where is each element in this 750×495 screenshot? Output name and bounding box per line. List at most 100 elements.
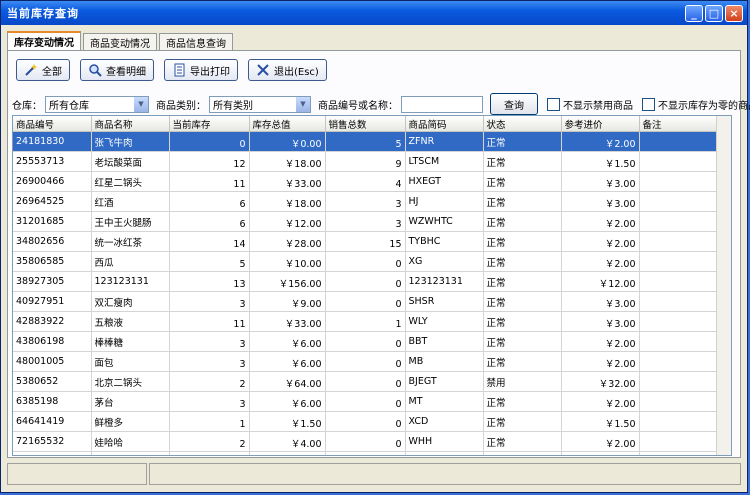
table-row[interactable]: 35806585 西瓜 5 ￥10.00 0 XG 正常 ￥2.00 (13, 251, 718, 272)
table-cell: 0 (325, 411, 406, 432)
hide-disabled-checkbox[interactable] (547, 97, 560, 111)
table-cell: 3 (169, 451, 250, 455)
table-cell (639, 431, 718, 452)
column-header[interactable]: 库存总值 (249, 116, 326, 132)
table-cell: ￥2.00 (561, 251, 640, 272)
warehouse-value: 所有仓库 (49, 100, 89, 112)
export-print-label: 导出打印 (190, 66, 230, 78)
table-cell: ￥3.00 (561, 311, 640, 332)
hide-zero-stock-checkbox[interactable] (642, 97, 655, 111)
table-row[interactable]: 72165532 娃哈哈 2 ￥4.00 0 WHH 正常 ￥2.00 (13, 431, 718, 452)
table-cell: 红星二锅头 (91, 171, 170, 192)
table-cell: ￥12.00 (249, 211, 326, 232)
table-cell: ￥28.00 (249, 231, 326, 252)
code-search-input[interactable] (401, 95, 483, 113)
view-detail-label: 查看明细 (106, 66, 146, 78)
table-cell: 1 (325, 311, 406, 332)
tab-inventory-changes[interactable]: 库存变动情况 (7, 31, 81, 50)
view-detail-button[interactable]: 查看明细 (80, 59, 154, 81)
table-cell: 小酒楼 (91, 451, 170, 455)
table-cell: 3 (325, 191, 406, 212)
table-cell: 红酒 (91, 191, 170, 212)
column-header[interactable]: 当前库存 (169, 116, 250, 132)
table-cell: 正常 (483, 311, 562, 332)
all-button[interactable]: 全部 (16, 59, 70, 81)
table-row[interactable]: 74939084小酒楼3￥6.000XJL正常￥2.00 (13, 451, 718, 455)
column-header[interactable]: 商品编号 (13, 116, 92, 132)
table-cell: ￥3.00 (561, 291, 640, 312)
status-cell (7, 463, 147, 485)
table-cell: 3 (169, 351, 250, 372)
table-row[interactable]: 26900466 红星二锅头 11 ￥33.00 4 HXEGT 正常 ￥3.00 (13, 171, 718, 192)
code-label: 商品编号或名称： (318, 100, 398, 112)
table-cell: 张飞牛肉 (91, 131, 170, 152)
table-cell: 123123131 (91, 271, 170, 292)
table-cell: 正常 (483, 331, 562, 352)
toolbar: 全部 查看明细 导出打印 退出(Esc) (16, 59, 327, 81)
vertical-scrollbar[interactable] (716, 116, 731, 455)
table-cell: ￥33.00 (249, 171, 326, 192)
table-cell: WHH (405, 431, 484, 452)
table-cell: 2 (169, 431, 250, 452)
table-cell: 40927951 (13, 291, 92, 312)
table-cell: HJ (405, 191, 484, 212)
table-row[interactable]: 24181830 张飞牛肉 0 ￥0.00 5 ZFNR 正常 ￥2.00 (13, 131, 718, 152)
table-cell: 9 (325, 151, 406, 172)
table-cell: 茅台 (91, 391, 170, 412)
table-row[interactable]: 25553713 老坛酸菜面 12 ￥18.00 9 LTSCM 正常 ￥1.50 (13, 151, 718, 172)
exit-button[interactable]: 退出(Esc) (248, 59, 327, 81)
table-row[interactable]: 42883922 五粮液 11 ￥33.00 1 WLY 正常 ￥3.00 (13, 311, 718, 332)
table-row[interactable]: 38927305 123123131 13 ￥156.00 0 123123131 正常 ￥1… (13, 271, 718, 292)
query-button[interactable]: 查询 (490, 93, 538, 115)
table-row[interactable]: 34802656 统一冰红茶 14 ￥28.00 15 TYBHC 正常 ￥2.00 (13, 231, 718, 252)
maximize-button[interactable]: □ (705, 4, 723, 22)
table-cell: 31201685 (13, 211, 92, 232)
table-cell (639, 211, 718, 232)
column-header[interactable]: 销售总数 (325, 116, 406, 132)
title-bar[interactable]: 当前库存查询 _ □ × (1, 1, 747, 25)
table-row[interactable]: 40927951 双汇瘦肉 3 ￥9.00 0 SHSR 正常 ￥3.00 (13, 291, 718, 312)
table-cell: MT (405, 391, 484, 412)
table-cell: ￥33.00 (249, 311, 326, 332)
category-label: 商品类别： (156, 100, 206, 112)
table-row[interactable]: 26964525 红酒 6 ￥18.00 3 HJ 正常 ￥3.00 (13, 191, 718, 212)
inventory-grid[interactable]: 商品编号 商品名称 当前库存 库存总值 销售总数 商品简码 状态 参考进价 备注 2418183… (12, 115, 732, 456)
table-cell: 0 (325, 391, 406, 412)
column-header[interactable]: 商品简码 (405, 116, 484, 132)
table-cell (639, 351, 718, 372)
tab-panel: 全部 查看明细 导出打印 退出(Esc) 仓库： 所有仓库 ▼ 商品类别： 所有… (7, 50, 750, 458)
tab-product-changes[interactable]: 商品变动情况 (83, 33, 157, 50)
table-cell: SHSR (405, 291, 484, 312)
column-header[interactable]: 商品名称 (91, 116, 170, 132)
table-cell: 正常 (483, 231, 562, 252)
warehouse-select[interactable]: 所有仓库 ▼ (45, 95, 149, 113)
table-row[interactable]: 31201685 王中王火腿肠 6 ￥12.00 3 WZWHTC 正常 ￥2.00 (13, 211, 718, 232)
filter-bar: 仓库： 所有仓库 ▼ 商品类别： 所有类别 ▼ 商品编号或名称： 查询 不显示禁… (12, 93, 750, 115)
table-cell: 38927305 (13, 271, 92, 292)
all-button-label: 全部 (42, 66, 62, 78)
table-cell: 42883922 (13, 311, 92, 332)
table-cell: ￥64.00 (249, 371, 326, 392)
table-row[interactable]: 48001005 面包 3 ￥6.00 0 MB 正常 ￥2.00 (13, 351, 718, 372)
column-header[interactable]: 备注 (639, 116, 718, 132)
table-row[interactable]: 64641419 鲜橙多 1 ￥1.50 0 XCD 正常 ￥1.50 (13, 411, 718, 432)
table-cell: 0 (325, 251, 406, 272)
minimize-button[interactable]: _ (685, 4, 703, 22)
status-bar (7, 461, 741, 487)
table-cell: 正常 (483, 151, 562, 172)
table-cell: 统一冰红茶 (91, 231, 170, 252)
table-cell: BJEGT (405, 371, 484, 392)
column-header[interactable]: 参考进价 (561, 116, 640, 132)
status-cell (149, 463, 741, 485)
tab-product-info[interactable]: 商品信息查询 (159, 33, 233, 50)
table-row[interactable]: 43806198 棒棒糖 3 ￥6.00 0 BBT 正常 ￥2.00 (13, 331, 718, 352)
column-header[interactable]: 状态 (483, 116, 562, 132)
category-select[interactable]: 所有类别 ▼ (209, 95, 311, 113)
table-cell: 3 (169, 291, 250, 312)
table-row[interactable]: 5380652 北京二锅头 2 ￥64.00 0 BJEGT 禁用 ￥32.00 (13, 371, 718, 392)
export-print-button[interactable]: 导出打印 (164, 59, 238, 81)
table-cell: 6 (169, 191, 250, 212)
close-button[interactable]: × (725, 4, 743, 22)
magic-wand-icon (25, 64, 37, 76)
table-row[interactable]: 6385198 茅台 3 ￥6.00 0 MT 正常 ￥2.00 (13, 391, 718, 412)
